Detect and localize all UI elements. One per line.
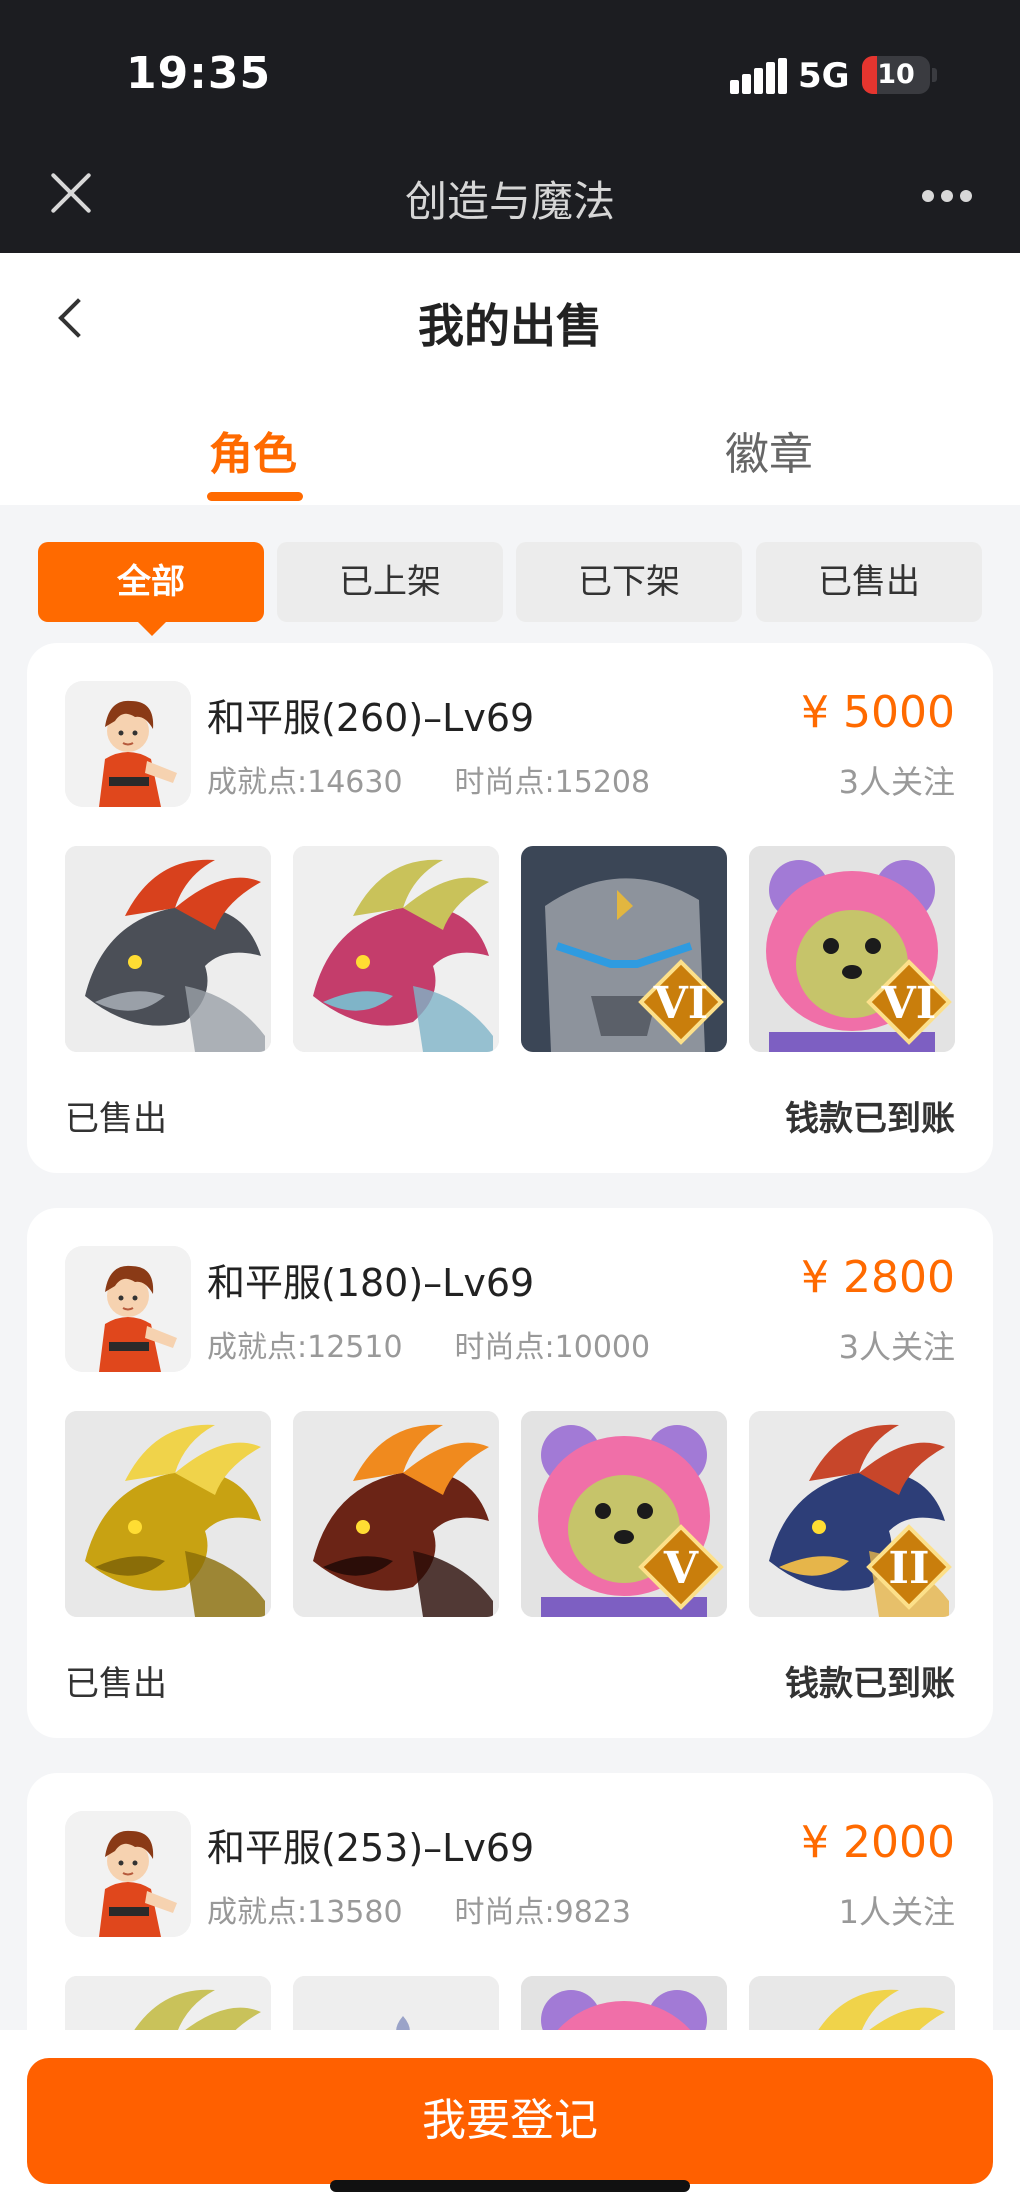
filter-delisted[interactable]: 已下架	[516, 542, 742, 622]
item-thumbnail[interactable]: II	[749, 1411, 955, 1617]
item-thumbnail[interactable]	[65, 846, 271, 1052]
fashion-points: 时尚点:10000	[454, 1330, 651, 1365]
battery-icon: 10	[862, 56, 930, 94]
status-time: 19:35	[126, 48, 272, 99]
item-thumbnail[interactable]	[293, 1411, 499, 1617]
battery-tip	[932, 68, 937, 82]
rank-badge: II	[888, 1543, 929, 1594]
listing-price: ¥ 2000	[801, 1817, 955, 1868]
character-avatar	[65, 1811, 191, 1937]
character-name: 和平服(180)–Lv69	[207, 1261, 535, 1305]
app-title: 创造与魔法	[404, 177, 615, 226]
listing-status: 已售出	[65, 1664, 167, 1704]
character-avatar-art	[65, 681, 191, 807]
item-thumbnail[interactable]: VI	[521, 846, 727, 1052]
gold-dragon-image	[65, 1411, 271, 1617]
character-stats: 成就点:12510 时尚点:10000	[207, 1322, 650, 1366]
item-thumbnail[interactable]	[65, 1411, 271, 1617]
payment-status: 钱款已到账	[785, 1099, 955, 1139]
pink-bear-image: V	[521, 1411, 727, 1617]
tab-characters[interactable]: 角色	[209, 418, 297, 482]
filter-active-pointer	[136, 620, 168, 636]
stone-golem-image: VI	[521, 846, 727, 1052]
follower-count: 3人关注	[838, 1328, 955, 1366]
signal-icon	[730, 58, 787, 94]
achievement-points: 成就点:13580	[207, 1895, 403, 1930]
fashion-points: 时尚点:9823	[454, 1895, 632, 1930]
follower-count: 1人关注	[838, 1893, 955, 1931]
rank-badge: VI	[653, 978, 709, 1029]
listing-price: ¥ 5000	[801, 687, 955, 738]
pink-dragon-image	[293, 846, 499, 1052]
page-title: 我的出售	[418, 299, 602, 353]
follower-count: 3人关注	[838, 763, 955, 801]
listing-status: 已售出	[65, 1099, 167, 1139]
item-thumbnail[interactable]: V	[521, 1411, 727, 1617]
listing-price: ¥ 2800	[801, 1252, 955, 1303]
gray-dragon-image	[65, 846, 271, 1052]
achievement-points: 成就点:12510	[207, 1330, 403, 1365]
character-avatar	[65, 681, 191, 807]
item-thumbnail[interactable]	[293, 846, 499, 1052]
blue-dragon-image: II	[749, 1411, 955, 1617]
rank-badge: V	[663, 1543, 699, 1594]
character-avatar-art	[65, 1246, 191, 1372]
fashion-points: 时尚点:15208	[454, 765, 651, 800]
listing-card[interactable]: 和平服(180)–Lv69 成就点:12510 时尚点:10000 ¥ 2800 …	[27, 1208, 993, 1738]
tab-badges[interactable]: 徽章	[725, 418, 813, 482]
fire-dragon-image	[293, 1411, 499, 1617]
character-name: 和平服(260)–Lv69	[207, 696, 535, 740]
payment-status: 钱款已到账	[785, 1664, 955, 1704]
character-avatar	[65, 1246, 191, 1372]
home-indicator	[330, 2180, 690, 2192]
register-button[interactable]: 我要登记	[27, 2058, 993, 2184]
filter-all[interactable]: 全部	[38, 542, 264, 622]
filter-sold[interactable]: 已售出	[756, 542, 982, 622]
character-avatar-art	[65, 1811, 191, 1937]
more-dots-icon[interactable]	[922, 190, 972, 202]
character-stats: 成就点:14630 时尚点:15208	[207, 757, 650, 801]
pink-bear-image: VI	[749, 846, 955, 1052]
achievement-points: 成就点:14630	[207, 765, 403, 800]
tab-active-indicator	[207, 492, 303, 501]
network-type: 5G	[798, 56, 850, 96]
filter-listed[interactable]: 已上架	[277, 542, 503, 622]
character-name: 和平服(253)–Lv69	[207, 1826, 535, 1870]
character-stats: 成就点:13580 时尚点:9823	[207, 1887, 631, 1931]
listing-card[interactable]: 和平服(260)–Lv69 成就点:14630 时尚点:15208 ¥ 5000 …	[27, 643, 993, 1173]
item-thumbnail[interactable]: VI	[749, 846, 955, 1052]
battery-level: 10	[877, 59, 915, 90]
rank-badge: VI	[881, 978, 937, 1029]
